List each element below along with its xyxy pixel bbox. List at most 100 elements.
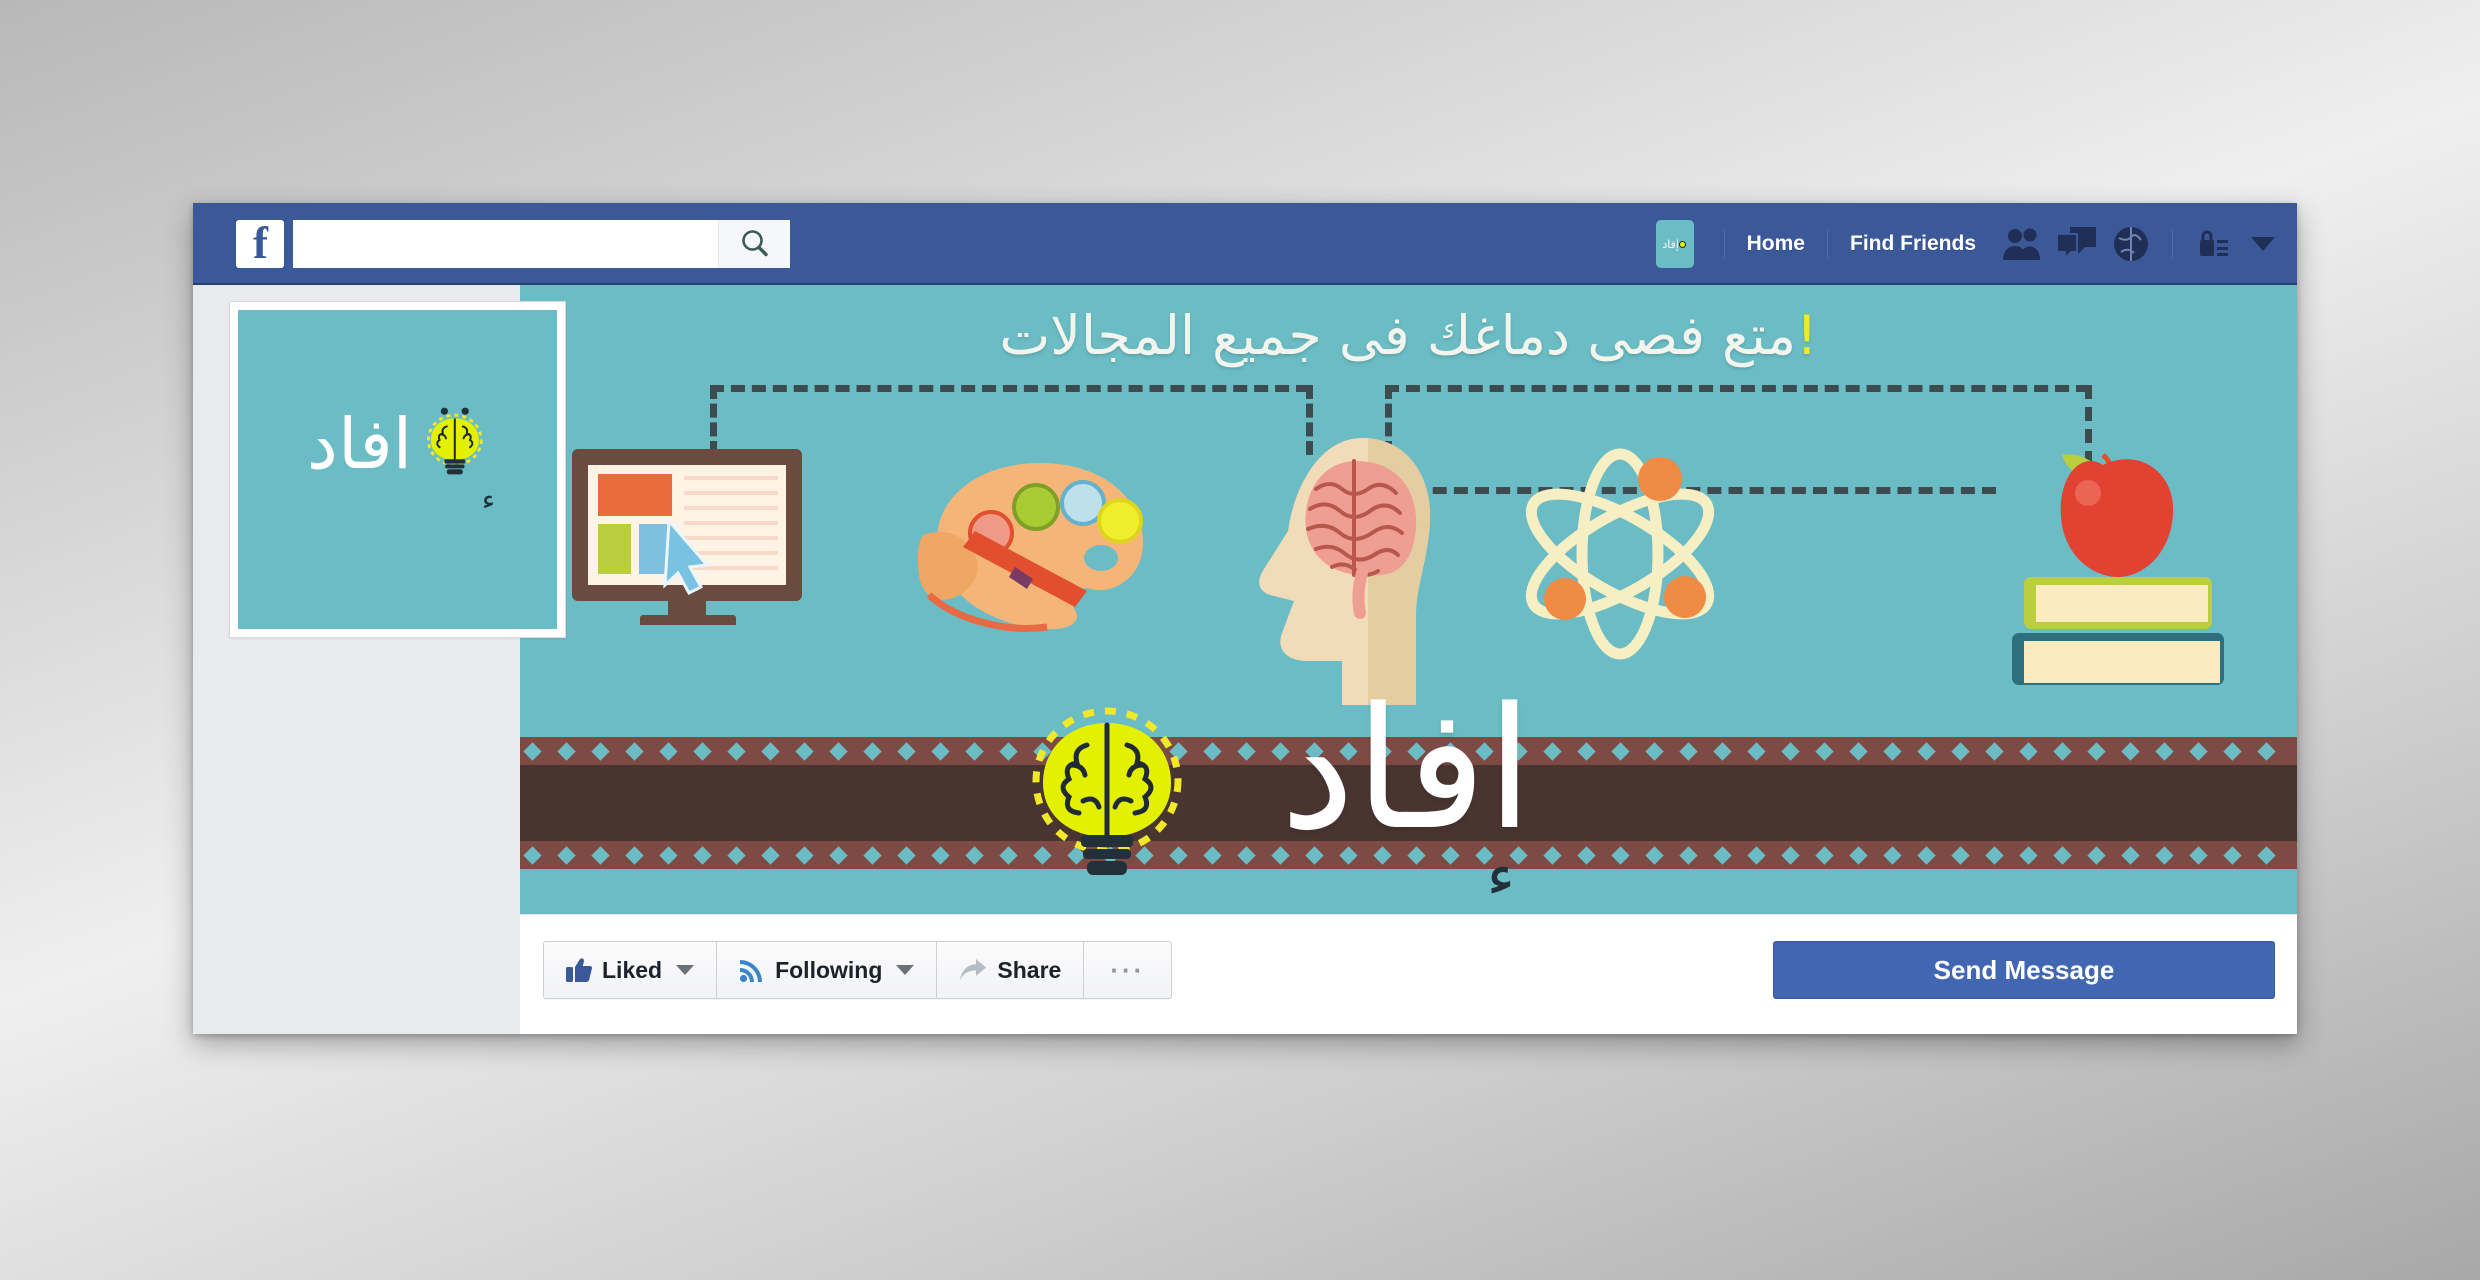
account-chevron-down-icon[interactable] bbox=[2251, 237, 2275, 251]
computer-monitor-icon bbox=[572, 449, 802, 625]
perforation bbox=[659, 741, 678, 761]
top-nav-right-cluster: إفاد Home Find Friends bbox=[1655, 203, 2279, 285]
page-action-button-group: Liked Following Share ··· bbox=[543, 941, 1173, 999]
perforation bbox=[523, 741, 542, 761]
facebook-top-navigation-bar: f إفاد Home Find Friends bbox=[193, 203, 2297, 285]
page-thumbnail-label: إفاد bbox=[1662, 237, 1679, 251]
perforation bbox=[2053, 845, 2072, 865]
perforation bbox=[625, 845, 644, 865]
perforation bbox=[2189, 845, 2208, 865]
messages-button[interactable] bbox=[2053, 222, 2101, 266]
friend-requests-button[interactable] bbox=[1999, 222, 2047, 266]
perforation bbox=[761, 845, 780, 865]
perforation bbox=[2189, 741, 2208, 761]
perforation bbox=[829, 741, 848, 761]
nav-link-find-friends[interactable]: Find Friends bbox=[1830, 232, 1996, 256]
page-thumbnail-button[interactable]: إفاد bbox=[1655, 220, 1694, 268]
perforation bbox=[2121, 845, 2140, 865]
perforation bbox=[1781, 741, 1800, 761]
nav-divider bbox=[2172, 229, 2173, 259]
perforation bbox=[2121, 741, 2140, 761]
profile-brand-logo: افاد ء bbox=[238, 403, 557, 516]
search-bar[interactable] bbox=[293, 220, 790, 268]
thumbs-up-icon bbox=[566, 958, 592, 982]
perforation bbox=[1611, 741, 1630, 761]
nav-link-home[interactable]: Home bbox=[1727, 232, 1825, 256]
share-button-label: Share bbox=[997, 956, 1062, 983]
more-options-button[interactable]: ··· bbox=[1084, 942, 1172, 998]
perforation bbox=[795, 845, 814, 865]
facebook-page-window: f إفاد Home Find Friends !متع فصى دماغك … bbox=[193, 203, 2297, 1034]
profile-picture[interactable]: افاد ء bbox=[229, 301, 566, 638]
brain-bulb-icon bbox=[427, 407, 483, 475]
perforation bbox=[1815, 845, 1834, 865]
rss-icon bbox=[739, 960, 763, 983]
atom-icon bbox=[1525, 448, 1715, 660]
perforation bbox=[1237, 741, 1256, 761]
perforation bbox=[1645, 741, 1664, 761]
perforation bbox=[625, 741, 644, 761]
brain-bulb-icon bbox=[1032, 707, 1182, 875]
connector-line-left-top bbox=[710, 385, 1310, 392]
perforation bbox=[1543, 741, 1562, 761]
perforation bbox=[2155, 741, 2174, 761]
notifications-button[interactable] bbox=[2107, 222, 2155, 266]
liked-button[interactable]: Liked bbox=[544, 942, 718, 998]
perforation bbox=[2019, 845, 2038, 865]
perforation bbox=[693, 845, 712, 865]
nav-divider bbox=[1827, 229, 1828, 259]
page-action-bar: Liked Following Share ··· Send Message bbox=[520, 914, 2297, 1034]
perforation bbox=[2257, 741, 2276, 761]
search-icon bbox=[741, 230, 768, 257]
perforation bbox=[693, 741, 712, 761]
messages-icon bbox=[2056, 227, 2096, 261]
perforation bbox=[2223, 741, 2242, 761]
perforation bbox=[965, 741, 984, 761]
perforation bbox=[1203, 845, 1222, 865]
perforation bbox=[1849, 845, 1868, 865]
chevron-down-icon bbox=[676, 965, 695, 975]
page-body: !متع فصى دماغك فى جميع المجالات افاد ء ا… bbox=[193, 285, 2297, 1034]
send-message-button[interactable]: Send Message bbox=[1773, 941, 2275, 999]
perforation bbox=[557, 741, 576, 761]
perforation bbox=[659, 845, 678, 865]
perforation bbox=[863, 845, 882, 865]
perforation bbox=[829, 845, 848, 865]
perforation bbox=[931, 741, 950, 761]
perforation bbox=[1985, 741, 2004, 761]
perforation bbox=[1815, 741, 1834, 761]
perforation bbox=[1951, 741, 1970, 761]
perforation bbox=[2223, 845, 2242, 865]
perforation bbox=[1747, 741, 1766, 761]
perforation bbox=[1543, 845, 1562, 865]
search-button[interactable] bbox=[718, 220, 790, 268]
following-button[interactable]: Following bbox=[717, 942, 938, 998]
books-stack-icon bbox=[2012, 453, 2224, 685]
cover-photo[interactable]: !متع فصى دماغك فى جميع المجالات افاد ء bbox=[520, 285, 2297, 914]
perforation bbox=[2087, 741, 2106, 761]
cover-brand-logo: افاد ء bbox=[1280, 671, 1533, 911]
perforation bbox=[1713, 845, 1732, 865]
facebook-logo-icon[interactable]: f bbox=[236, 220, 284, 268]
perforation bbox=[2019, 741, 2038, 761]
cover-tagline-exclamation: ! bbox=[1796, 304, 1818, 367]
privacy-shortcuts-button[interactable] bbox=[2190, 222, 2238, 266]
nav-divider bbox=[1723, 229, 1725, 259]
profile-brand-text: افاد bbox=[306, 403, 413, 485]
chevron-down-icon bbox=[896, 965, 915, 975]
liked-button-label: Liked bbox=[602, 956, 663, 983]
cover-brand-text: افاد bbox=[1280, 671, 1533, 867]
perforation bbox=[999, 845, 1018, 865]
search-input[interactable] bbox=[293, 220, 718, 268]
brain-bulb-icon bbox=[1678, 240, 1686, 248]
perforation bbox=[1917, 845, 1936, 865]
perforation bbox=[965, 845, 984, 865]
perforation bbox=[2155, 845, 2174, 865]
cover-brand-hamza: ء bbox=[1486, 841, 1515, 911]
share-arrow-icon bbox=[960, 959, 987, 980]
cover-tagline-text: متع فصى دماغك فى جميع المجالات bbox=[999, 304, 1797, 367]
perforation bbox=[897, 741, 916, 761]
share-button[interactable]: Share bbox=[937, 942, 1085, 998]
perforation bbox=[2087, 845, 2106, 865]
perforation bbox=[1849, 741, 1868, 761]
